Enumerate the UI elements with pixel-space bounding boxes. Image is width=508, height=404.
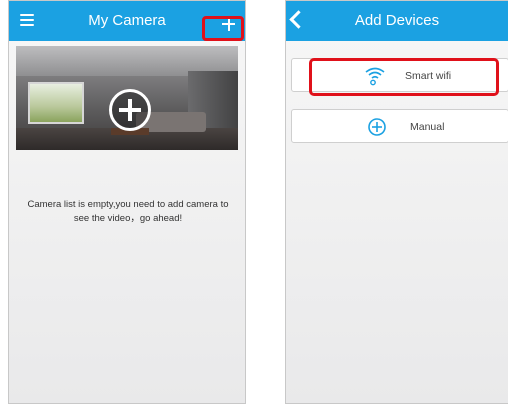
page-title: Add Devices bbox=[354, 12, 440, 29]
add-button-highlight bbox=[202, 16, 244, 41]
empty-list-message: Camera list is empty,you need to add cam… bbox=[27, 199, 229, 224]
manual-button[interactable]: Manual bbox=[291, 109, 508, 143]
top-app-bar: Add Devices bbox=[286, 1, 508, 41]
add-camera-plus-icon[interactable] bbox=[109, 89, 151, 131]
camera-placeholder-image[interactable] bbox=[16, 46, 238, 150]
smart-wifi-highlight bbox=[309, 58, 499, 96]
add-devices-screen: Add Devices Smart wifi Manual bbox=[285, 0, 508, 404]
manual-label: Manual bbox=[410, 121, 445, 133]
add-circle-icon bbox=[368, 118, 386, 136]
my-camera-screen: My Camera Camera list is empty,you need … bbox=[8, 0, 246, 404]
